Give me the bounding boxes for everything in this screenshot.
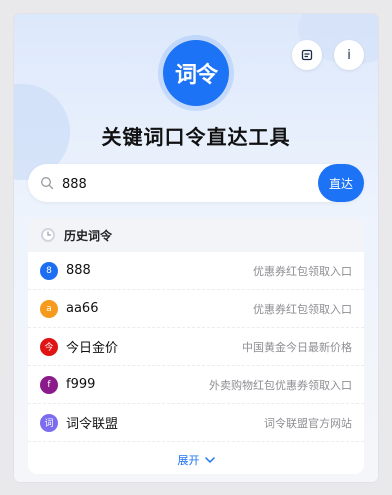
page-title: 关键词口令直达工具 <box>101 125 291 149</box>
keyword-badge-icon: f <box>40 375 58 394</box>
history-heading: 历史词令 <box>64 228 113 243</box>
history-item[interactable]: 词 词令联盟 词令联盟官方网站 <box>28 404 364 442</box>
history-description: 优惠券红包领取入口 <box>253 264 352 278</box>
keyword-badge-icon: 词 <box>40 413 58 432</box>
search-bar: 直达 <box>28 164 364 204</box>
history-item[interactable]: a aa66 优惠券红包领取入口 <box>28 290 364 328</box>
history-header: 历史词令 <box>28 218 364 252</box>
expand-button[interactable]: 展开 <box>28 442 364 474</box>
history-description: 优惠券红包领取入口 <box>253 302 352 316</box>
keyword-badge-icon: a <box>40 299 58 318</box>
top-icon-bar: i <box>292 40 364 70</box>
app-logo: 词令 <box>163 40 229 106</box>
clock-icon <box>41 228 55 242</box>
bookmark-icon <box>301 49 313 61</box>
info-icon: i <box>347 47 351 63</box>
history-item[interactable]: f f999 外卖购物红包优惠券领取入口 <box>28 366 364 404</box>
history-keyword: 词令联盟 <box>66 417 119 432</box>
expand-label: 展开 <box>177 454 200 467</box>
history-description: 中国黄金今日最新价格 <box>242 340 352 354</box>
history-keyword: f999 <box>66 377 96 392</box>
history-item[interactable]: 今 今日金价 中国黄金今日最新价格 <box>28 328 364 366</box>
keyword-badge-icon: 今 <box>40 337 58 356</box>
history-panel: 历史词令 8 888 优惠券红包领取入口 a aa66 优惠券红包领取入口 今 … <box>28 218 364 474</box>
go-button[interactable]: 直达 <box>318 164 364 202</box>
history-description: 词令联盟官方网站 <box>264 416 352 430</box>
search-icon <box>41 177 54 190</box>
history-item[interactable]: 8 888 优惠券红包领取入口 <box>28 252 364 290</box>
history-description: 外卖购物红包优惠券领取入口 <box>209 378 352 392</box>
chevron-down-icon <box>204 456 215 463</box>
app-card: i 词令 关键词口令直达工具 直达 历史词令 8 888 优惠券红包领取入口 <box>14 14 378 482</box>
history-keyword: 今日金价 <box>66 341 119 356</box>
keyword-badge-icon: 8 <box>40 261 58 280</box>
history-keyword: 888 <box>66 263 91 278</box>
search-input[interactable] <box>60 164 284 204</box>
history-keyword: aa66 <box>66 301 99 316</box>
info-button[interactable]: i <box>334 40 364 70</box>
logo-text: 词令 <box>174 63 218 88</box>
bookmark-button[interactable] <box>292 40 322 70</box>
